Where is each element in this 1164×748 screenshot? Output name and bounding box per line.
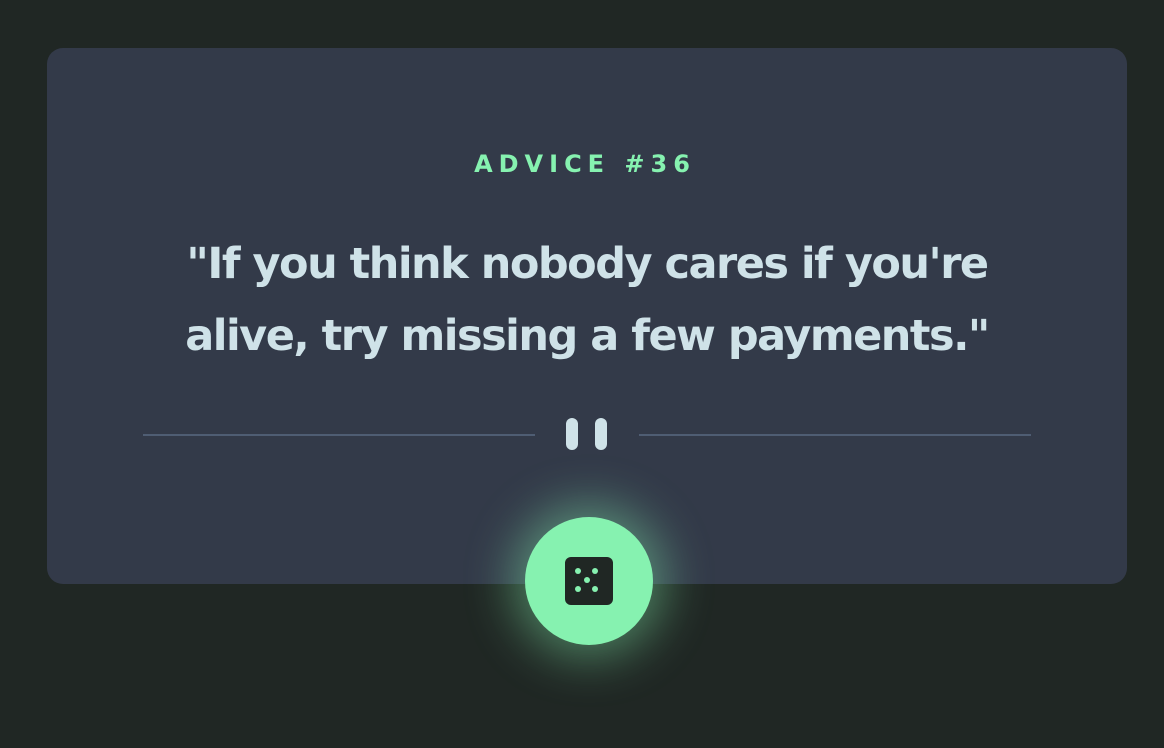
new-advice-dice-button[interactable] — [525, 517, 653, 645]
pause-bar-right — [595, 418, 607, 450]
divider-line-right — [639, 434, 1031, 436]
pause-icon — [566, 418, 608, 450]
advice-number-heading: ADVICE #36 — [474, 150, 696, 178]
advice-quote-text: "If you think nobody cares if you're ali… — [185, 239, 990, 361]
divider-line-left — [143, 434, 535, 436]
pause-bar-left — [566, 418, 578, 450]
dice-icon — [565, 557, 613, 605]
